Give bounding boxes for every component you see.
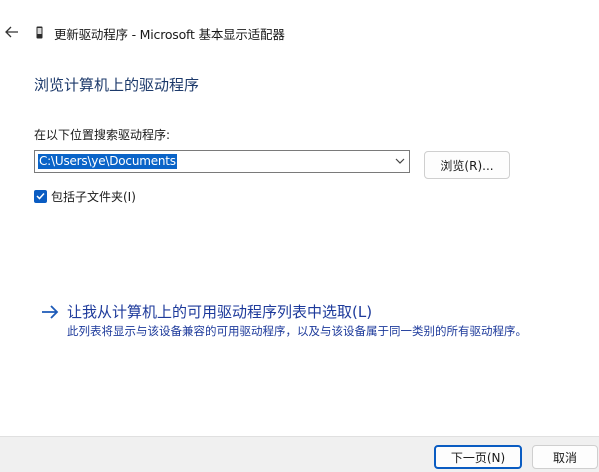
include-subfolders-checkbox[interactable]: 包括子文件夹(I) bbox=[34, 188, 136, 204]
pick-from-list-link[interactable]: 让我从计算机上的可用驱动程序列表中选取(L) bbox=[41, 301, 372, 322]
back-button[interactable] bbox=[2, 22, 22, 42]
checkbox-checked-icon[interactable] bbox=[34, 189, 47, 203]
pick-from-list-description: 此列表将显示与该设备兼容的可用驱动程序，以及与该设备属于同一类别的所有驱动程序。 bbox=[67, 324, 527, 338]
next-button[interactable]: 下一页(N) bbox=[434, 445, 522, 469]
back-arrow-icon[interactable] bbox=[5, 26, 19, 38]
window-title: 更新驱动程序 - Microsoft 基本显示适配器 bbox=[54, 27, 285, 42]
arrow-right-icon bbox=[42, 304, 59, 319]
search-location-label: 在以下位置搜索驱动程序: bbox=[34, 128, 171, 142]
page-title: 浏览计算机上的驱动程序 bbox=[34, 76, 200, 94]
search-path-combobox[interactable]: C:\Users\ye\Documents bbox=[34, 150, 410, 173]
include-subfolders-label[interactable]: 包括子文件夹(I) bbox=[51, 188, 136, 205]
pick-from-list-label[interactable]: 让我从计算机上的可用驱动程序列表中选取(L) bbox=[67, 301, 372, 322]
footer-bar: 下一页(N) 取消 bbox=[0, 436, 599, 472]
title-bar: 更新驱动程序 - Microsoft 基本显示适配器 bbox=[0, 0, 599, 64]
search-path-value[interactable]: C:\Users\ye\Documents bbox=[38, 154, 177, 169]
device-manager-icon bbox=[36, 26, 43, 39]
browse-button[interactable]: 浏览(R)... bbox=[424, 151, 510, 179]
cancel-button[interactable]: 取消 bbox=[532, 445, 598, 469]
chevron-down-icon[interactable] bbox=[395, 157, 405, 165]
